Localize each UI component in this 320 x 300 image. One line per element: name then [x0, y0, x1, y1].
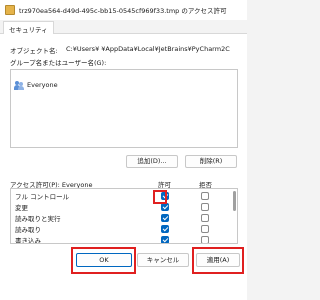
permission-label: 変更 [15, 204, 28, 212]
object-name-value: C:¥Users¥ ¥AppData¥Local¥JetBrains¥PyCha… [66, 45, 230, 53]
group-list[interactable]: Everyone [10, 69, 238, 148]
add-button[interactable]: 追加(D)... [126, 155, 178, 168]
ok-button-highlight [71, 247, 136, 274]
title-bar: trz970ea564-d49d-495c-bb15-0545cf969f33.… [0, 0, 247, 20]
full-control-allow-highlight [153, 190, 167, 204]
tab-security[interactable]: セキュリティ [3, 21, 54, 35]
deny-checkbox[interactable] [201, 192, 209, 200]
permission-label: 読み取り [15, 226, 41, 234]
folder-icon [5, 5, 15, 15]
permission-row-full-control: フル コントロール [11, 190, 237, 201]
allow-checkbox[interactable] [161, 236, 169, 243]
permissions-table: フル コントロール 変更 読み取りと実行 読み取り 書き込み [10, 188, 238, 244]
apply-button-highlight [192, 247, 244, 274]
list-item-label: Everyone [27, 81, 58, 89]
deny-checkbox[interactable] [201, 214, 209, 222]
permission-row-read: 読み取り [11, 223, 237, 234]
cancel-button[interactable]: キャンセル [137, 253, 189, 267]
permission-label: 書き込み [15, 237, 41, 244]
permission-row-write: 書き込み [11, 234, 237, 244]
object-name-label: オブジェクト名: [10, 47, 58, 55]
tab-strip: セキュリティ [0, 20, 247, 35]
deny-checkbox[interactable] [201, 203, 209, 211]
list-item-everyone[interactable]: Everyone [14, 80, 58, 90]
people-icon [14, 80, 24, 90]
allow-checkbox[interactable] [161, 214, 169, 222]
permissions-scrollbar[interactable] [233, 191, 236, 211]
group-list-label: グループ名またはユーザー名(G): [10, 59, 107, 67]
permission-label: フル コントロール [15, 193, 70, 201]
window-title: trz970ea564-d49d-495c-bb15-0545cf969f33.… [19, 7, 227, 15]
allow-checkbox[interactable] [161, 225, 169, 233]
remove-button[interactable]: 削除(R) [185, 155, 237, 168]
deny-checkbox[interactable] [201, 236, 209, 243]
permission-row-modify: 変更 [11, 201, 237, 212]
permission-row-read-execute: 読み取りと実行 [11, 212, 237, 223]
deny-checkbox[interactable] [201, 225, 209, 233]
permission-label: 読み取りと実行 [15, 215, 61, 223]
allow-checkbox[interactable] [161, 203, 169, 211]
